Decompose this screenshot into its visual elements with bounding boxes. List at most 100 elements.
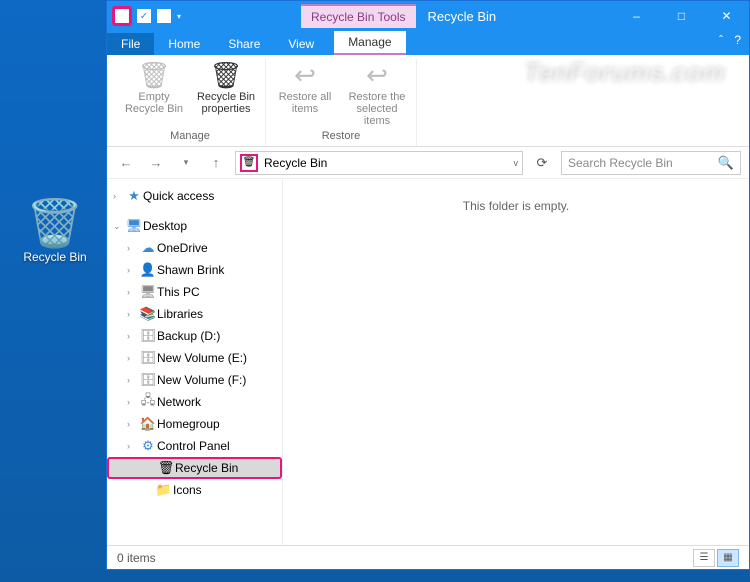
quick-access-toolbar: 🗑 ✓ ▾ (107, 7, 181, 25)
group-label-manage: Manage (170, 128, 210, 146)
tree-item-icon: ⚙ (139, 438, 157, 454)
file-explorer-window: 🗑 ✓ ▾ Recycle Bin Tools Recycle Bin – □ … (106, 0, 750, 570)
nav-up-button[interactable]: ↑ (205, 152, 227, 174)
restore-all-icon: ↩ (294, 59, 316, 91)
tree-item[interactable]: ›📚Libraries (107, 303, 282, 325)
collapse-ribbon-icon[interactable]: ˆ (719, 33, 723, 47)
qat-recycle-bin-icon[interactable]: 🗑 (113, 7, 131, 25)
tree-item[interactable]: ›☁OneDrive (107, 237, 282, 259)
tree-item-label: Libraries (157, 307, 203, 321)
desktop-icon: 🖥 (125, 218, 143, 234)
recycle-bin-properties-button[interactable]: 🗑 Recycle Bin properties (195, 59, 257, 115)
search-placeholder: Search Recycle Bin (568, 156, 673, 170)
explorer-body: › ★ Quick access ⌄ 🖥 Desktop ›☁OneDrive›… (107, 179, 749, 545)
qat-new-folder-icon[interactable] (157, 9, 171, 23)
tree-item[interactable]: ›🖧Network (107, 391, 282, 413)
chevron-down-icon[interactable]: ⌄ (113, 221, 125, 232)
ribbon-tabs: File Home Share View Manage ˆ ? (107, 31, 749, 55)
restore-selected-button[interactable]: ↩ Restore the selected items (346, 59, 408, 127)
tree-item-icon: 📚 (139, 306, 157, 322)
ribbon-group-manage: 🗑 Empty Recycle Bin 🗑 Recycle Bin proper… (115, 59, 266, 146)
ribbon-help-controls: ˆ ? (711, 33, 741, 47)
chevron-right-icon[interactable]: › (127, 353, 139, 363)
content-pane[interactable]: This folder is empty. (283, 179, 749, 545)
tree-item[interactable]: ›🗄New Volume (E:) (107, 347, 282, 369)
tree-item[interactable]: ›🗄New Volume (F:) (107, 369, 282, 391)
chevron-right-icon[interactable]: › (127, 309, 139, 319)
qat-customize-icon[interactable]: ▾ (177, 12, 181, 21)
item-count: 0 items (117, 551, 156, 565)
ribbon-group-restore: ↩ Restore all items ↩ Restore the select… (266, 59, 417, 146)
folder-icon: 📁 (155, 482, 173, 498)
chevron-right-icon[interactable]: › (113, 191, 125, 201)
tree-item-icon: 🗄 (139, 328, 157, 344)
tree-recycle-bin[interactable]: 🗑 Recycle Bin (107, 457, 282, 479)
navigation-pane[interactable]: › ★ Quick access ⌄ 🖥 Desktop ›☁OneDrive›… (107, 179, 283, 545)
nav-recent-dropdown[interactable]: ▾ (175, 152, 197, 174)
view-large-icons-button[interactable]: ▦ (717, 549, 739, 567)
search-icon: 🔍 (718, 155, 734, 171)
window-title: Recycle Bin (428, 9, 497, 24)
tab-view[interactable]: View (274, 33, 328, 55)
maximize-button[interactable]: □ (659, 1, 704, 31)
empty-recycle-bin-button[interactable]: 🗑 Empty Recycle Bin (123, 59, 185, 115)
group-label-restore: Restore (322, 128, 361, 146)
restore-all-button[interactable]: ↩ Restore all items (274, 59, 336, 115)
status-bar: 0 items ☰ ▦ (107, 545, 749, 569)
chevron-right-icon[interactable]: › (127, 441, 139, 451)
chevron-right-icon[interactable]: › (127, 265, 139, 275)
contextual-tab-title: Recycle Bin Tools (301, 4, 416, 28)
tab-share[interactable]: Share (214, 33, 274, 55)
view-details-button[interactable]: ☰ (693, 549, 715, 567)
location-history-dropdown[interactable]: v (514, 158, 519, 168)
tree-icons-folder[interactable]: 📁 Icons (107, 479, 282, 501)
chevron-right-icon[interactable]: › (127, 287, 139, 297)
restore-selected-icon: ↩ (366, 59, 388, 91)
recycle-bin-icon: 🗑️ (20, 200, 90, 246)
tab-home[interactable]: Home (154, 33, 214, 55)
chevron-right-icon[interactable]: › (127, 243, 139, 253)
minimize-button[interactable]: – (614, 1, 659, 31)
tree-item-label: Backup (D:) (157, 329, 220, 343)
tab-manage[interactable]: Manage (334, 31, 405, 55)
tree-desktop[interactable]: ⌄ 🖥 Desktop (107, 215, 282, 237)
tree-item-label: Shawn Brink (157, 263, 224, 277)
tree-item-label: Network (157, 395, 201, 409)
tree-item-label: New Volume (E:) (157, 351, 247, 365)
window-controls: – □ ✕ (614, 1, 749, 31)
desktop-icon-label: Recycle Bin (20, 250, 90, 264)
chevron-right-icon[interactable]: › (127, 419, 139, 429)
tree-item[interactable]: ›🖥This PC (107, 281, 282, 303)
tab-file[interactable]: File (107, 33, 154, 55)
ribbon: 🗑 Empty Recycle Bin 🗑 Recycle Bin proper… (107, 55, 749, 147)
close-button[interactable]: ✕ (704, 1, 749, 31)
nav-back-button[interactable]: ← (115, 152, 137, 174)
tree-item-label: New Volume (F:) (157, 373, 246, 387)
search-box[interactable]: Search Recycle Bin 🔍 (561, 151, 741, 175)
chevron-right-icon[interactable]: › (127, 375, 139, 385)
desktop-recycle-bin[interactable]: 🗑️ Recycle Bin (20, 200, 90, 264)
tree-item[interactable]: ›🏠Homegroup (107, 413, 282, 435)
titlebar: 🗑 ✓ ▾ Recycle Bin Tools Recycle Bin – □ … (107, 1, 749, 31)
help-icon[interactable]: ? (734, 33, 741, 47)
qat-properties-icon[interactable]: ✓ (137, 9, 151, 23)
tree-item-icon: 👤 (139, 262, 157, 278)
address-box[interactable]: 🗑 Recycle Bin v (235, 151, 523, 175)
chevron-right-icon[interactable]: › (127, 331, 139, 341)
empty-folder-message: This folder is empty. (463, 199, 569, 213)
tree-quick-access[interactable]: › ★ Quick access (107, 185, 282, 207)
chevron-right-icon[interactable]: › (127, 397, 139, 407)
tree-item-label: OneDrive (157, 241, 208, 255)
nav-forward-button[interactable]: → (145, 152, 167, 174)
tree-item[interactable]: ›👤Shawn Brink (107, 259, 282, 281)
location-recycle-bin-icon[interactable]: 🗑 (240, 154, 258, 172)
tree-item[interactable]: ›🗄Backup (D:) (107, 325, 282, 347)
tree-item-icon: 🗄 (139, 372, 157, 388)
tree-item-icon: 🗄 (139, 350, 157, 366)
tree-item-icon: 🖥 (139, 284, 157, 300)
tree-item-icon: 🏠 (139, 416, 157, 432)
refresh-button[interactable]: ⟳ (531, 155, 553, 171)
tree-item[interactable]: ›⚙Control Panel (107, 435, 282, 457)
star-icon: ★ (125, 188, 143, 204)
tree-item-label: Control Panel (157, 439, 230, 453)
